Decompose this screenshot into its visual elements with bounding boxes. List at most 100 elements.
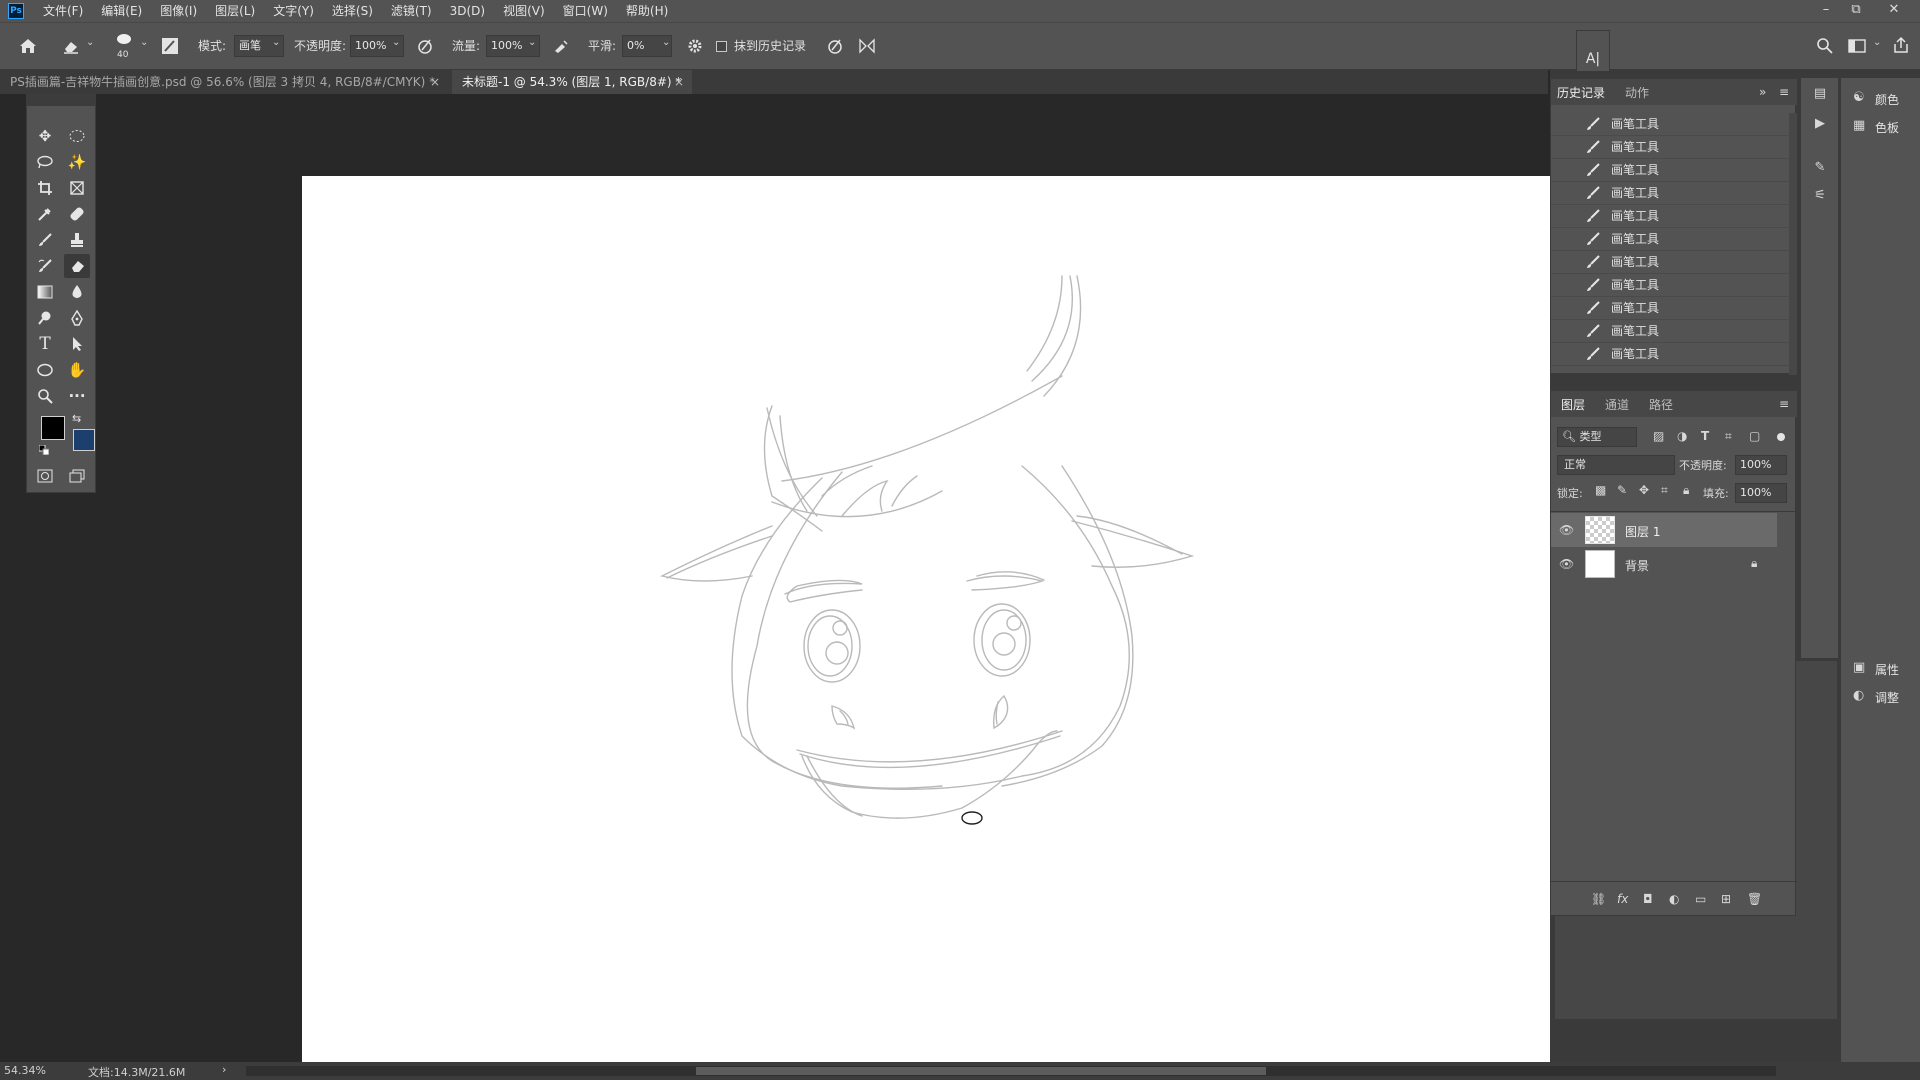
tab-history[interactable]: 历史记录 bbox=[1557, 81, 1605, 105]
close-button[interactable]: ✕ bbox=[1880, 0, 1908, 22]
new-layer-icon[interactable]: ⊞ bbox=[1721, 892, 1731, 906]
opacity-caret-icon[interactable]: ⌄ bbox=[392, 37, 400, 48]
workspace-icon[interactable] bbox=[1848, 38, 1866, 54]
swap-colors-icon[interactable]: ⇆ bbox=[72, 412, 81, 425]
panel-menu-icon[interactable]: ≡ bbox=[1779, 85, 1789, 99]
new-group-icon[interactable]: ▭ bbox=[1695, 892, 1706, 906]
horizontal-scrollbar[interactable] bbox=[246, 1066, 1776, 1076]
smoothing-caret-icon[interactable]: ⌄ bbox=[662, 37, 670, 48]
adjustment-layer-icon[interactable]: ◐ bbox=[1669, 892, 1679, 906]
history-brush-icon[interactable] bbox=[32, 254, 58, 278]
filter-pixel-icon[interactable]: ▨ bbox=[1653, 429, 1664, 443]
minimize-button[interactable]: – bbox=[1812, 0, 1840, 22]
layer-filter-select[interactable]: 🔍︎ 类型 bbox=[1557, 427, 1637, 447]
properties-panel-icon[interactable]: ▣ bbox=[1853, 660, 1865, 675]
lock-image-icon[interactable]: ✎ bbox=[1617, 483, 1627, 497]
history-scrollbar[interactable] bbox=[1789, 113, 1797, 375]
eraser-tool-icon[interactable] bbox=[64, 254, 90, 278]
brush-preset-icon[interactable] bbox=[114, 32, 134, 46]
symmetry-icon[interactable] bbox=[858, 37, 876, 55]
tab-paths[interactable]: 路径 bbox=[1649, 393, 1673, 417]
zoom-level[interactable]: 54.34% bbox=[4, 1064, 46, 1077]
gradient-tool-icon[interactable] bbox=[32, 280, 58, 304]
actions-play-icon[interactable]: ▶ bbox=[1811, 116, 1829, 131]
fill-input[interactable]: 100% bbox=[1735, 483, 1787, 503]
healing-brush-icon[interactable] bbox=[64, 202, 90, 226]
tab-psd-document[interactable]: PS插画篇-吉祥物牛插画创意.psd @ 56.6% (图层 3 拷贝 4, R… bbox=[0, 70, 448, 94]
filter-smart-object-icon[interactable]: ▢ bbox=[1749, 429, 1760, 443]
history-item[interactable]: 画笔工具 bbox=[1551, 228, 1789, 251]
menu-type[interactable]: 文字(Y) bbox=[264, 0, 323, 22]
history-item[interactable]: 画笔工具 bbox=[1551, 136, 1789, 159]
home-icon[interactable] bbox=[18, 37, 38, 55]
magic-wand-icon[interactable]: ✨ bbox=[64, 150, 90, 174]
history-item[interactable]: 画笔工具 bbox=[1551, 320, 1789, 343]
pen-tool-icon[interactable] bbox=[64, 306, 90, 330]
dodge-tool-icon[interactable] bbox=[32, 306, 58, 330]
lock-artboard-icon[interactable]: ⌗ bbox=[1661, 483, 1668, 498]
brush-settings-icon[interactable] bbox=[161, 37, 179, 55]
filter-type-icon[interactable]: T bbox=[1701, 429, 1709, 443]
swatches-panel-icon[interactable]: ▦ bbox=[1853, 118, 1865, 133]
menu-window[interactable]: 窗口(W) bbox=[554, 0, 617, 22]
lock-all-icon[interactable]: 🔒︎ bbox=[1683, 483, 1689, 498]
workspace-caret-icon[interactable]: ⌄ bbox=[1873, 37, 1881, 48]
layer-row[interactable]: 👁︎ 图层 1 bbox=[1551, 513, 1777, 547]
tab-actions[interactable]: 动作 bbox=[1625, 81, 1649, 105]
stamp-tool-icon[interactable] bbox=[64, 228, 90, 252]
background-color-swatch[interactable] bbox=[73, 429, 95, 451]
default-colors-icon[interactable] bbox=[38, 444, 50, 456]
brush-presets-icon[interactable]: ⚟ bbox=[1811, 188, 1829, 203]
menu-file[interactable]: 文件(F) bbox=[34, 0, 92, 22]
path-selection-icon[interactable] bbox=[64, 332, 90, 356]
panel-menu-icon[interactable]: ≡ bbox=[1779, 397, 1789, 411]
close-icon[interactable]: × bbox=[674, 70, 684, 94]
flow-caret-icon[interactable]: ⌄ bbox=[528, 37, 536, 48]
lasso-tool-icon[interactable] bbox=[32, 150, 58, 174]
history-item[interactable]: 画笔工具 bbox=[1551, 159, 1789, 182]
status-menu-arrow[interactable]: › bbox=[222, 1063, 226, 1076]
type-tool-icon[interactable]: T bbox=[32, 332, 58, 356]
visibility-eye-icon[interactable]: 👁︎ bbox=[1559, 557, 1574, 571]
pressure-size-icon[interactable] bbox=[826, 37, 844, 55]
restore-button[interactable]: ⧉ bbox=[1842, 0, 1870, 22]
history-item[interactable]: 画笔工具 bbox=[1551, 113, 1789, 136]
tab-untitled-document[interactable]: 未标题-1 @ 54.3% (图层 1, RGB/8#) * × bbox=[452, 70, 692, 94]
filter-adjustment-icon[interactable]: ◑ bbox=[1677, 429, 1687, 443]
history-item[interactable]: 画笔工具 bbox=[1551, 205, 1789, 228]
document-canvas[interactable] bbox=[302, 176, 1660, 1062]
tab-layers[interactable]: 图层 bbox=[1561, 393, 1585, 417]
color-panel-icon[interactable]: ☯ bbox=[1853, 90, 1865, 105]
screen-mode-icon[interactable] bbox=[64, 464, 90, 488]
adjustments-panel-label[interactable]: 调整 bbox=[1875, 689, 1899, 706]
erase-history-checkbox[interactable] bbox=[716, 41, 727, 52]
layer-row[interactable]: 👁︎ 背景 🔒︎ bbox=[1551, 547, 1777, 581]
brush-preset-caret-icon[interactable]: ⌄ bbox=[140, 37, 148, 48]
history-panel-icon[interactable]: ▤ bbox=[1811, 86, 1829, 101]
tool-preset-caret-icon[interactable]: ⌄ bbox=[86, 37, 94, 48]
history-item[interactable]: 画笔工具 bbox=[1551, 274, 1789, 297]
history-item[interactable]: 画笔工具 bbox=[1551, 343, 1789, 366]
blend-mode-select[interactable]: 正常 bbox=[1557, 455, 1675, 475]
lock-position-icon[interactable]: ✥ bbox=[1639, 483, 1649, 497]
eraser-tool-icon[interactable] bbox=[62, 38, 80, 54]
menu-view[interactable]: 视图(V) bbox=[494, 0, 554, 22]
move-tool-icon[interactable]: ✥ bbox=[32, 124, 58, 148]
toolbox-header[interactable] bbox=[27, 94, 95, 106]
menu-edit[interactable]: 编辑(E) bbox=[92, 0, 151, 22]
history-item[interactable]: 画笔工具 bbox=[1551, 251, 1789, 274]
airbrush-icon[interactable] bbox=[552, 37, 570, 55]
menu-3d[interactable]: 3D(D) bbox=[441, 0, 494, 22]
foreground-color-swatch[interactable] bbox=[41, 416, 65, 440]
adjustments-panel-icon[interactable]: ◐ bbox=[1853, 688, 1864, 703]
menu-help[interactable]: 帮助(H) bbox=[617, 0, 677, 22]
filter-toggle-icon[interactable] bbox=[1777, 433, 1785, 441]
hand-tool-icon[interactable]: ✋ bbox=[64, 358, 90, 382]
pressure-opacity-icon[interactable] bbox=[416, 37, 434, 55]
menu-select[interactable]: 选择(S) bbox=[323, 0, 382, 22]
zoom-tool-icon[interactable] bbox=[32, 384, 58, 408]
gear-icon[interactable] bbox=[686, 37, 704, 55]
share-icon[interactable] bbox=[1892, 36, 1910, 54]
layer-style-icon[interactable]: fx bbox=[1617, 892, 1628, 906]
menu-image[interactable]: 图像(I) bbox=[151, 0, 206, 22]
